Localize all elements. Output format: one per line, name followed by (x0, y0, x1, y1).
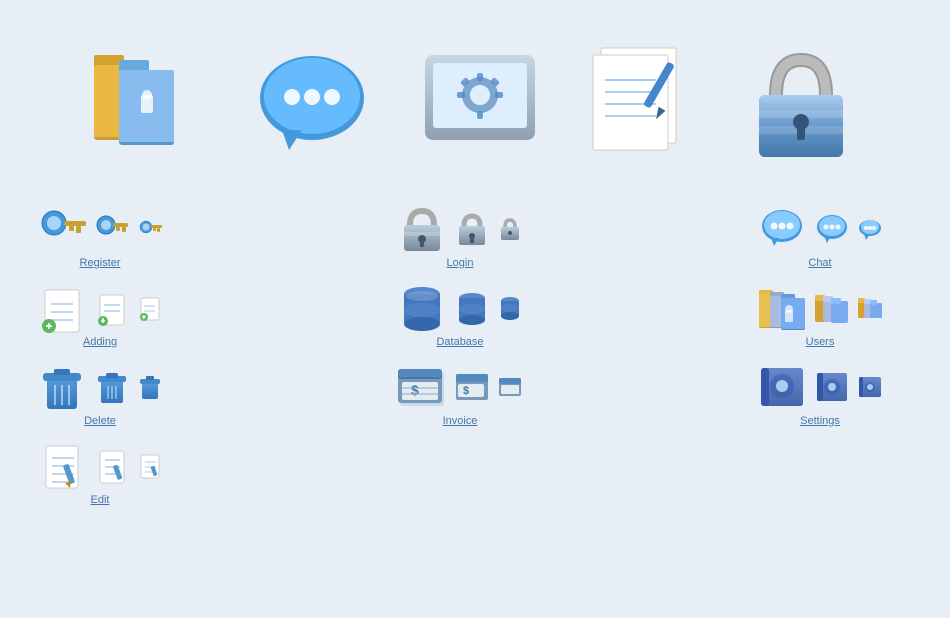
chat-icons (758, 205, 882, 253)
adding-icon-medium[interactable] (96, 292, 128, 324)
row-4: Edit (30, 437, 920, 511)
delete-icon-large[interactable] (38, 363, 86, 411)
chat-icon-large[interactable] (758, 205, 806, 253)
database-icon-small[interactable] (498, 296, 522, 320)
register-icon-medium[interactable] (96, 213, 128, 245)
edit-icon-small[interactable] (138, 454, 162, 478)
register-label[interactable]: Register (80, 257, 121, 269)
edit-label[interactable]: Edit (91, 494, 110, 506)
settings-icon-large[interactable] (758, 363, 806, 411)
login-label[interactable]: Login (447, 257, 474, 269)
row-1: Register (30, 200, 920, 274)
main-container: Register (0, 0, 950, 536)
adding-icon-large[interactable] (38, 284, 86, 332)
settings-label[interactable]: Settings (800, 415, 840, 427)
adding-icons (38, 284, 162, 332)
row-3: Delete $ (30, 358, 920, 432)
lock-large-icon (741, 40, 861, 170)
login-group: Login (400, 205, 520, 269)
settings-icon-small[interactable] (858, 375, 882, 399)
row-2: Adding (30, 279, 920, 353)
register-group: Register (40, 205, 160, 269)
database-icon-large[interactable] (398, 284, 446, 332)
users-large-icon (89, 40, 209, 170)
chat-group: Chat (760, 205, 880, 269)
login-icon-medium[interactable] (456, 213, 488, 245)
invoice-label[interactable]: Invoice (443, 415, 478, 427)
invoice-icons: $ $ (398, 363, 522, 411)
svg-text:$: $ (411, 382, 419, 398)
chat-large-icon (247, 40, 377, 170)
login-icon-large[interactable] (398, 205, 446, 253)
invoice-group: $ $ (400, 363, 520, 427)
users-icon-large[interactable] (758, 284, 806, 332)
delete-icons (38, 363, 162, 411)
invoice-icon-small[interactable] (498, 375, 522, 399)
adding-group: Adding (40, 284, 160, 348)
settings-device-large-icon (415, 45, 545, 165)
adding-label[interactable]: Adding (83, 336, 117, 348)
register-icon-large[interactable] (38, 205, 86, 253)
users-group: Users (760, 284, 880, 348)
users-icon-medium[interactable] (816, 292, 848, 324)
settings-icon-medium[interactable] (816, 371, 848, 403)
invoice-icon-large[interactable]: $ (398, 363, 446, 411)
edit-group: Edit (40, 442, 160, 506)
chat-icon-medium[interactable] (816, 213, 848, 245)
delete-group: Delete (40, 363, 160, 427)
users-icon-small[interactable] (858, 296, 882, 320)
invoice-icon-medium[interactable]: $ (456, 371, 488, 403)
delete-label[interactable]: Delete (84, 415, 116, 427)
adding-icon-small[interactable] (138, 296, 162, 320)
chat-icon-small[interactable] (858, 217, 882, 241)
delete-icon-small[interactable] (138, 375, 162, 399)
database-icons (398, 284, 522, 332)
notes-large-icon (583, 40, 703, 170)
edit-icons (38, 442, 162, 490)
login-icons (398, 205, 522, 253)
register-icons (38, 205, 162, 253)
edit-icon-large[interactable] (38, 442, 86, 490)
database-label[interactable]: Database (436, 336, 483, 348)
top-icons-row (30, 20, 920, 200)
database-icon-medium[interactable] (456, 292, 488, 324)
chat-label[interactable]: Chat (808, 257, 831, 269)
delete-icon-medium[interactable] (96, 371, 128, 403)
edit-icon-medium[interactable] (96, 450, 128, 482)
users-icons (758, 284, 882, 332)
login-icon-small[interactable] (498, 217, 522, 241)
svg-text:$: $ (463, 385, 469, 397)
register-icon-small[interactable] (138, 217, 162, 241)
settings-group: Settings (760, 363, 880, 427)
settings-icons (758, 363, 882, 411)
users-label[interactable]: Users (806, 336, 835, 348)
database-group: Database (400, 284, 520, 348)
